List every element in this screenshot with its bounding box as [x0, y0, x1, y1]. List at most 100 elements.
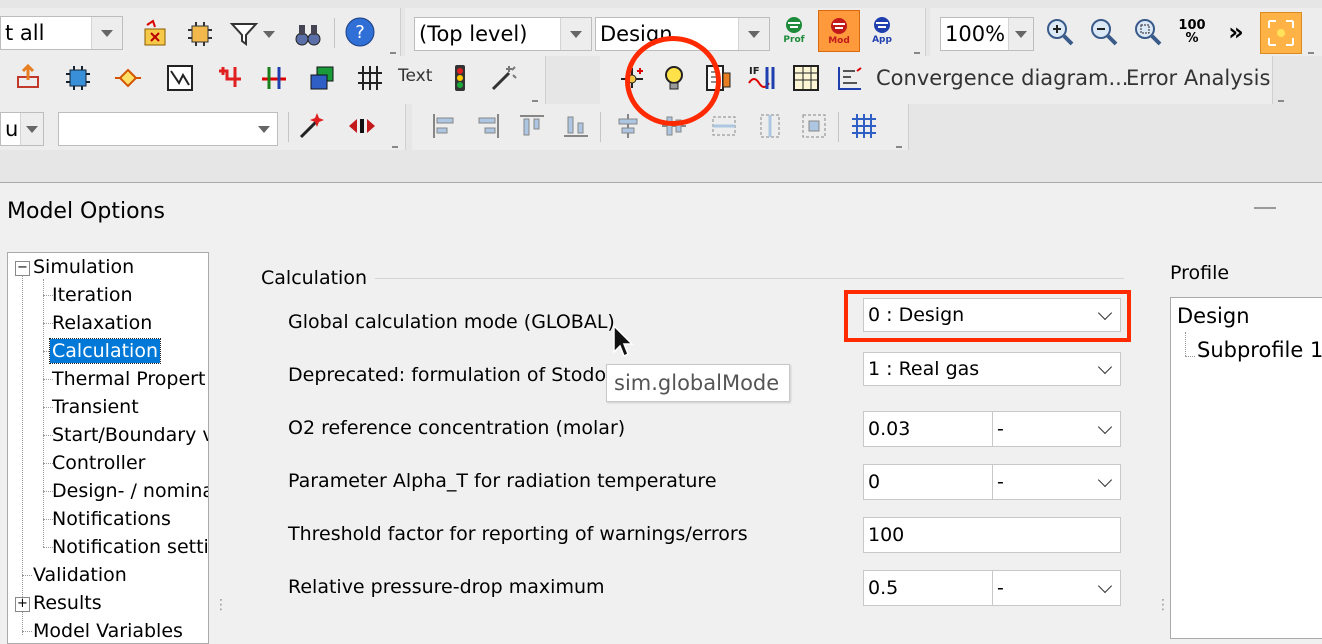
profile-item-subprofile[interactable]: Subprofile 1 — [1197, 338, 1322, 362]
align-top-icon[interactable] — [514, 108, 550, 144]
mode-mod-button[interactable]: Mod — [818, 10, 860, 52]
tree-item-model-variables[interactable]: Model Variables — [33, 619, 183, 643]
tree-item-thermal-properties[interactable]: Thermal Propert — [52, 367, 205, 391]
global-mode-label: Global calculation mode (GLOBAL) — [288, 311, 615, 333]
traffic-light-icon[interactable] — [442, 60, 478, 96]
help-icon[interactable]: ? — [342, 14, 378, 50]
pressure-drop-input[interactable]: 0.5 — [863, 570, 993, 606]
full-view-icon[interactable] — [1260, 12, 1302, 54]
o2-reference-input[interactable]: 0.03 — [863, 411, 993, 447]
tree-item-validation[interactable]: Validation — [33, 563, 127, 587]
component-icon[interactable] — [60, 60, 96, 96]
toolbar-grip[interactable] — [896, 132, 902, 148]
alpha-t-unit-select[interactable]: - — [992, 464, 1121, 500]
chevron-down-icon[interactable] — [738, 18, 769, 50]
tree-item-calculation[interactable]: Calculation — [49, 338, 161, 364]
model-options-dialog: Model Options − Simulation Iteration Rel… — [0, 182, 1322, 644]
tree-item-notification-settings[interactable]: Notification setti — [52, 535, 208, 559]
diamond-icon[interactable] — [110, 60, 146, 96]
splitter-handle[interactable]: ⋮ — [214, 597, 228, 613]
tree-item-relaxation[interactable]: Relaxation — [52, 311, 152, 335]
align-left-icon[interactable] — [426, 108, 462, 144]
toolbar-grip[interactable] — [914, 38, 920, 54]
tree-item-transient[interactable]: Transient — [52, 395, 139, 419]
export-icon[interactable] — [10, 60, 46, 96]
tree-item-controller[interactable]: Controller — [52, 451, 145, 475]
alpha-t-input[interactable]: 0 — [863, 464, 993, 500]
zoom-100-button[interactable]: 100 % — [1174, 14, 1210, 50]
text-tool-button[interactable]: Text — [398, 66, 432, 86]
binoculars-icon[interactable] — [290, 16, 326, 52]
align-right-icon[interactable] — [470, 108, 506, 144]
error-analysis-button[interactable]: Error Analysis — [1126, 66, 1270, 90]
chart-window-icon[interactable] — [162, 60, 198, 96]
grid-lines-icon[interactable] — [352, 60, 388, 96]
convergence-diagram-icon[interactable] — [832, 60, 868, 96]
tree-item-notifications[interactable]: Notifications — [52, 507, 171, 531]
toolbar-grip[interactable] — [532, 86, 538, 102]
chevron-down-icon[interactable] — [20, 113, 43, 145]
same-width-icon[interactable] — [706, 108, 742, 144]
filter-icon[interactable] — [226, 16, 262, 52]
split-arrows-icon[interactable] — [344, 108, 380, 144]
tree-item-iteration[interactable]: Iteration — [52, 283, 133, 307]
minimize-icon[interactable] — [1254, 207, 1276, 209]
dialog-title: Model Options — [7, 199, 165, 224]
expand-icon[interactable]: + — [15, 597, 30, 612]
mode-app-button[interactable]: App — [864, 12, 900, 48]
level-combo[interactable]: (Top level) — [414, 17, 592, 51]
chevron-down-icon[interactable] — [91, 17, 122, 49]
zoom-combo-value: 100% — [945, 22, 1006, 46]
align-bottom-icon[interactable] — [558, 108, 594, 144]
wand-icon[interactable] — [486, 60, 522, 96]
toolbar-grip[interactable] — [392, 132, 398, 148]
if-wave-icon[interactable]: IF — [744, 60, 780, 96]
chip-icon[interactable] — [182, 16, 218, 52]
collapse-icon[interactable]: − — [15, 261, 30, 276]
zoom-combo[interactable]: 100% — [940, 17, 1034, 51]
tree-item-simulation[interactable]: Simulation — [33, 255, 134, 279]
overflow-chevron-icon[interactable]: » — [1218, 14, 1254, 50]
convergence-diagram-button[interactable]: Convergence diagram... — [876, 66, 1128, 90]
grid-icon[interactable] — [846, 108, 882, 144]
tree-item-start-boundary[interactable]: Start/Boundary v — [52, 423, 208, 447]
select-scope-combo[interactable]: t all — [0, 16, 123, 50]
mode-prof-button[interactable]: Prof — [776, 12, 812, 48]
o2-reference-unit-select[interactable]: - — [992, 411, 1121, 447]
chevron-down-icon[interactable] — [1008, 18, 1033, 50]
toolbar-grip[interactable] — [1278, 86, 1284, 102]
style-combo[interactable] — [58, 112, 278, 146]
component-wizard-icon[interactable] — [138, 16, 174, 52]
splitter-handle[interactable]: ⋮ — [1156, 597, 1170, 613]
level-combo-value: (Top level) — [419, 22, 528, 46]
tree-item-design-nominal[interactable]: Design- / nomina — [52, 479, 208, 503]
chevron-down-icon[interactable] — [560, 18, 591, 50]
zoom-out-icon[interactable] — [1086, 14, 1122, 50]
tree-item-results[interactable]: Results — [33, 591, 102, 615]
same-height-icon[interactable] — [752, 108, 788, 144]
profile-item-design[interactable]: Design — [1177, 304, 1250, 328]
stodola-formulation-select[interactable]: 1 : Real gas — [863, 352, 1121, 386]
zoom-fit-icon[interactable] — [1130, 14, 1166, 50]
connection-multi-icon[interactable] — [256, 60, 292, 96]
alpha-t-unit: - — [997, 471, 1004, 493]
profile-tree[interactable]: Design Subprofile 1 — [1170, 297, 1322, 639]
zoom-in-icon[interactable] — [1042, 14, 1078, 50]
o2-reference-unit: - — [997, 418, 1004, 440]
font-combo[interactable]: u — [0, 112, 44, 146]
pressure-drop-unit-select[interactable]: - — [992, 570, 1121, 606]
toolbar-grip[interactable] — [390, 38, 396, 54]
options-tree[interactable]: − Simulation Iteration Relaxation Calcul… — [7, 252, 209, 644]
same-size-icon[interactable] — [796, 108, 832, 144]
toolbar-separator — [288, 112, 289, 142]
sparkle-tool-icon[interactable] — [294, 108, 330, 144]
threshold-factor-input[interactable]: 100 — [863, 517, 1121, 553]
toolbar-grip[interactable] — [1308, 38, 1314, 54]
svg-text:?: ? — [355, 22, 365, 43]
threshold-factor-label: Threshold factor for reporting of warnin… — [288, 523, 748, 545]
table-icon[interactable] — [788, 60, 824, 96]
chevron-down-icon[interactable] — [251, 113, 277, 145]
filter-dropdown-icon[interactable] — [258, 16, 280, 52]
layers-icon[interactable] — [304, 60, 340, 96]
connection-red-icon[interactable] — [212, 60, 248, 96]
